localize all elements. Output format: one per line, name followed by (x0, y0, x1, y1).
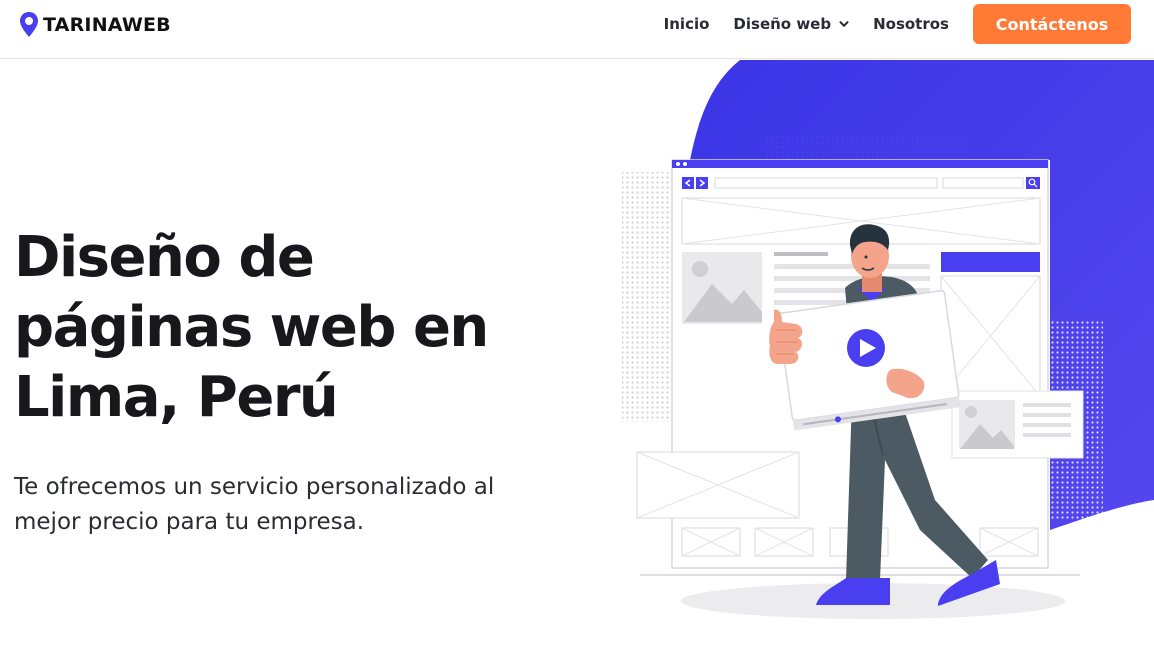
back-arrow-icon (682, 177, 694, 189)
forward-arrow-icon (696, 177, 708, 189)
nav-diseno-web-label: Diseño web (733, 15, 832, 33)
nav-nosotros-label: Nosotros (873, 15, 949, 33)
hero-title-line: páginas web en (14, 295, 489, 360)
dot-pattern (765, 135, 965, 160)
hero-subtitle-line: Te ofrecemos un servicio personalizado a… (14, 474, 495, 500)
hero-title-line: Diseño de (14, 225, 315, 290)
contact-button[interactable]: Contáctenos (973, 4, 1131, 44)
hero-subtitle: Te ofrecemos un servicio personalizado a… (14, 470, 554, 540)
location-pin-icon (20, 12, 38, 37)
dot-pattern (622, 172, 672, 422)
hero-title: Diseño de páginas web en Lima, Perú (14, 223, 574, 433)
nav-nosotros[interactable]: Nosotros (873, 15, 949, 33)
hero-illustration (622, 60, 1154, 619)
chevron-down-icon (839, 21, 849, 27)
brand-name: TARINAWEB (43, 14, 171, 36)
site-logo[interactable]: TARINAWEB (19, 11, 171, 39)
nav-inicio-label: Inicio (663, 15, 710, 33)
nav-diseno-web[interactable]: Diseño web (733, 15, 849, 33)
hero-title-line: Lima, Perú (14, 365, 339, 430)
site-header: TARINAWEB Inicio Diseño web Nosotros Con… (0, 0, 1154, 59)
hero-subtitle-line: mejor precio para tu empresa. (14, 509, 365, 535)
main-nav: Inicio Diseño web Nosotros Contáctenos (664, 0, 1154, 48)
nav-inicio[interactable]: Inicio (664, 15, 710, 33)
